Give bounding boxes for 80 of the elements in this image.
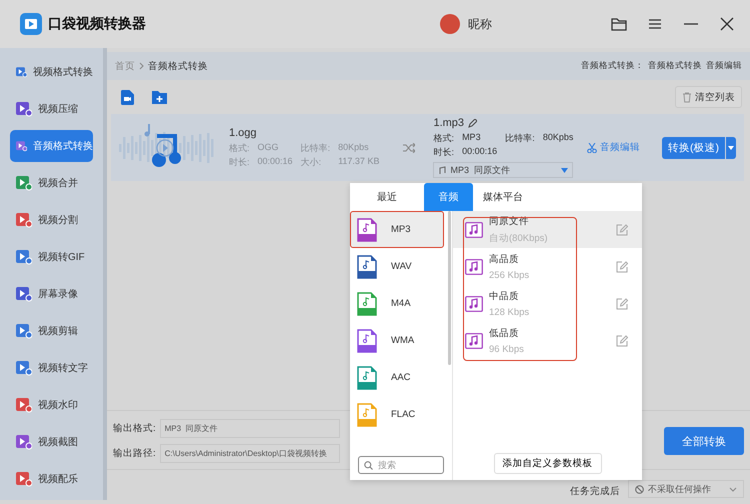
file-name: 1.ogg (229, 126, 257, 138)
format-tab[interactable]: 最近 (350, 183, 424, 211)
sidebar-item[interactable]: 视频合并 (10, 167, 93, 199)
field-value: 80Kpbs (542, 132, 574, 144)
clear-list-button[interactable]: 清空列表 (675, 86, 742, 108)
preset-bitrate: 128 Kbps (489, 306, 530, 318)
file-name: 1.mp3 (433, 117, 464, 129)
after-task-dropdown[interactable]: 不采取任何操作 (628, 480, 744, 498)
format-item[interactable]: FLAC (350, 396, 444, 433)
field-value: 117.37 KB (338, 156, 380, 168)
pencil-icon[interactable] (468, 118, 478, 128)
field-label: 大小: (300, 156, 322, 168)
preset-name: 中品质 (489, 290, 520, 302)
field-label: 比特率: (300, 142, 330, 154)
app-logo-icon (20, 13, 42, 35)
field-value: 00:00:16 (258, 156, 293, 168)
preset-name: 高品质 (489, 252, 520, 266)
breadcrumb-current: 音频格式转换 (148, 60, 208, 72)
sidebar-item[interactable]: 视频配乐 (10, 463, 93, 495)
preset-bitrate: 自动(80Kbps) (489, 232, 548, 244)
format-item[interactable]: MP3 (350, 211, 444, 248)
chevron-icon (139, 62, 144, 70)
field-label: 格式: (229, 142, 250, 154)
preset-bitrate: 96 Kbps (489, 344, 524, 354)
field-label: 时长: (229, 156, 250, 168)
add-folder-icon[interactable] (152, 90, 167, 104)
app-title: 口袋视频转换器 (48, 15, 147, 33)
add-file-icon[interactable] (121, 90, 134, 104)
field-label: 输出路径: (113, 447, 156, 460)
preset-bitrate: 256 Kbps (489, 270, 530, 280)
add-template-button[interactable]: 添加自定义参数模板 (494, 453, 602, 474)
field-label: 比特率: (505, 132, 535, 145)
sidebar-item[interactable]: 视频剪辑 (10, 315, 93, 347)
format-tab[interactable]: 音频 (424, 183, 473, 211)
convert-all-button[interactable]: 全部转换 (664, 427, 744, 455)
preset-item[interactable]: 中品质 128 Kbps (461, 285, 530, 322)
sidebar-item[interactable]: 视频格式转换 (10, 56, 93, 88)
field-value: MP3 (462, 132, 482, 144)
after-task-label: 任务完成后 (570, 485, 620, 498)
preset-item[interactable]: 高品质 256 Kbps (461, 248, 530, 285)
format-item[interactable]: WAV (350, 248, 444, 285)
search-icon (364, 461, 373, 470)
format-item[interactable]: M4A (350, 285, 444, 322)
search-field[interactable]: 搜索 (358, 456, 444, 474)
format-item[interactable]: AAC (350, 359, 444, 396)
username: 昵称 (468, 16, 492, 32)
chevron-down-icon (729, 486, 737, 492)
output-path-field[interactable]: C:\Users\Administrator\Desktop\口袋视频转换 (160, 444, 340, 463)
output-format-field[interactable]: MP3 同原文件 (160, 419, 340, 438)
field-value: OGG (258, 142, 280, 154)
format-item[interactable]: WMA (350, 322, 444, 359)
sidebar-item[interactable]: 屏幕录像 (10, 278, 93, 310)
preset-item[interactable]: 低品质 96 Kbps (461, 322, 524, 359)
dropdown-arrow-icon (561, 168, 568, 172)
convert-options-button[interactable] (726, 136, 736, 158)
related-link[interactable]: 音频格式转换 (648, 60, 702, 72)
field-label: 格式: (433, 132, 454, 145)
sidebar-item[interactable]: 视频水印 (10, 389, 93, 421)
sidebar-item[interactable]: 视频分割 (10, 204, 93, 236)
sidebar-item[interactable]: 视频转GIF (10, 241, 93, 273)
sidebar-item[interactable]: 视频压缩 (10, 93, 93, 125)
prohibited-icon (635, 484, 644, 494)
field-value: 00:00:16 (462, 146, 498, 158)
sidebar-item[interactable]: 视频截图 (10, 426, 93, 458)
field-label: 输出格式: (113, 422, 156, 435)
format-tab[interactable]: 媒体平台 (473, 183, 533, 211)
preset-dropdown[interactable]: MP3 同原文件 (433, 162, 574, 178)
field-label: 时长: (433, 146, 454, 159)
field-value: 80Kpbs (338, 142, 370, 154)
caret-icon (728, 146, 734, 150)
scissors-icon (587, 142, 597, 152)
trash-icon (682, 92, 692, 102)
preset-name: 低品质 (489, 326, 520, 340)
avatar-icon[interactable] (440, 14, 460, 34)
sidebar-item[interactable]: 视频转文字 (10, 352, 93, 384)
convert-button[interactable]: 转换(极速) (662, 136, 725, 158)
close-icon[interactable] (718, 15, 736, 33)
sidebar-item[interactable]: 音频格式转换 (10, 130, 93, 162)
related-link[interactable]: 音频编辑 (706, 60, 742, 72)
related-label: 音频格式转换： (581, 60, 644, 72)
